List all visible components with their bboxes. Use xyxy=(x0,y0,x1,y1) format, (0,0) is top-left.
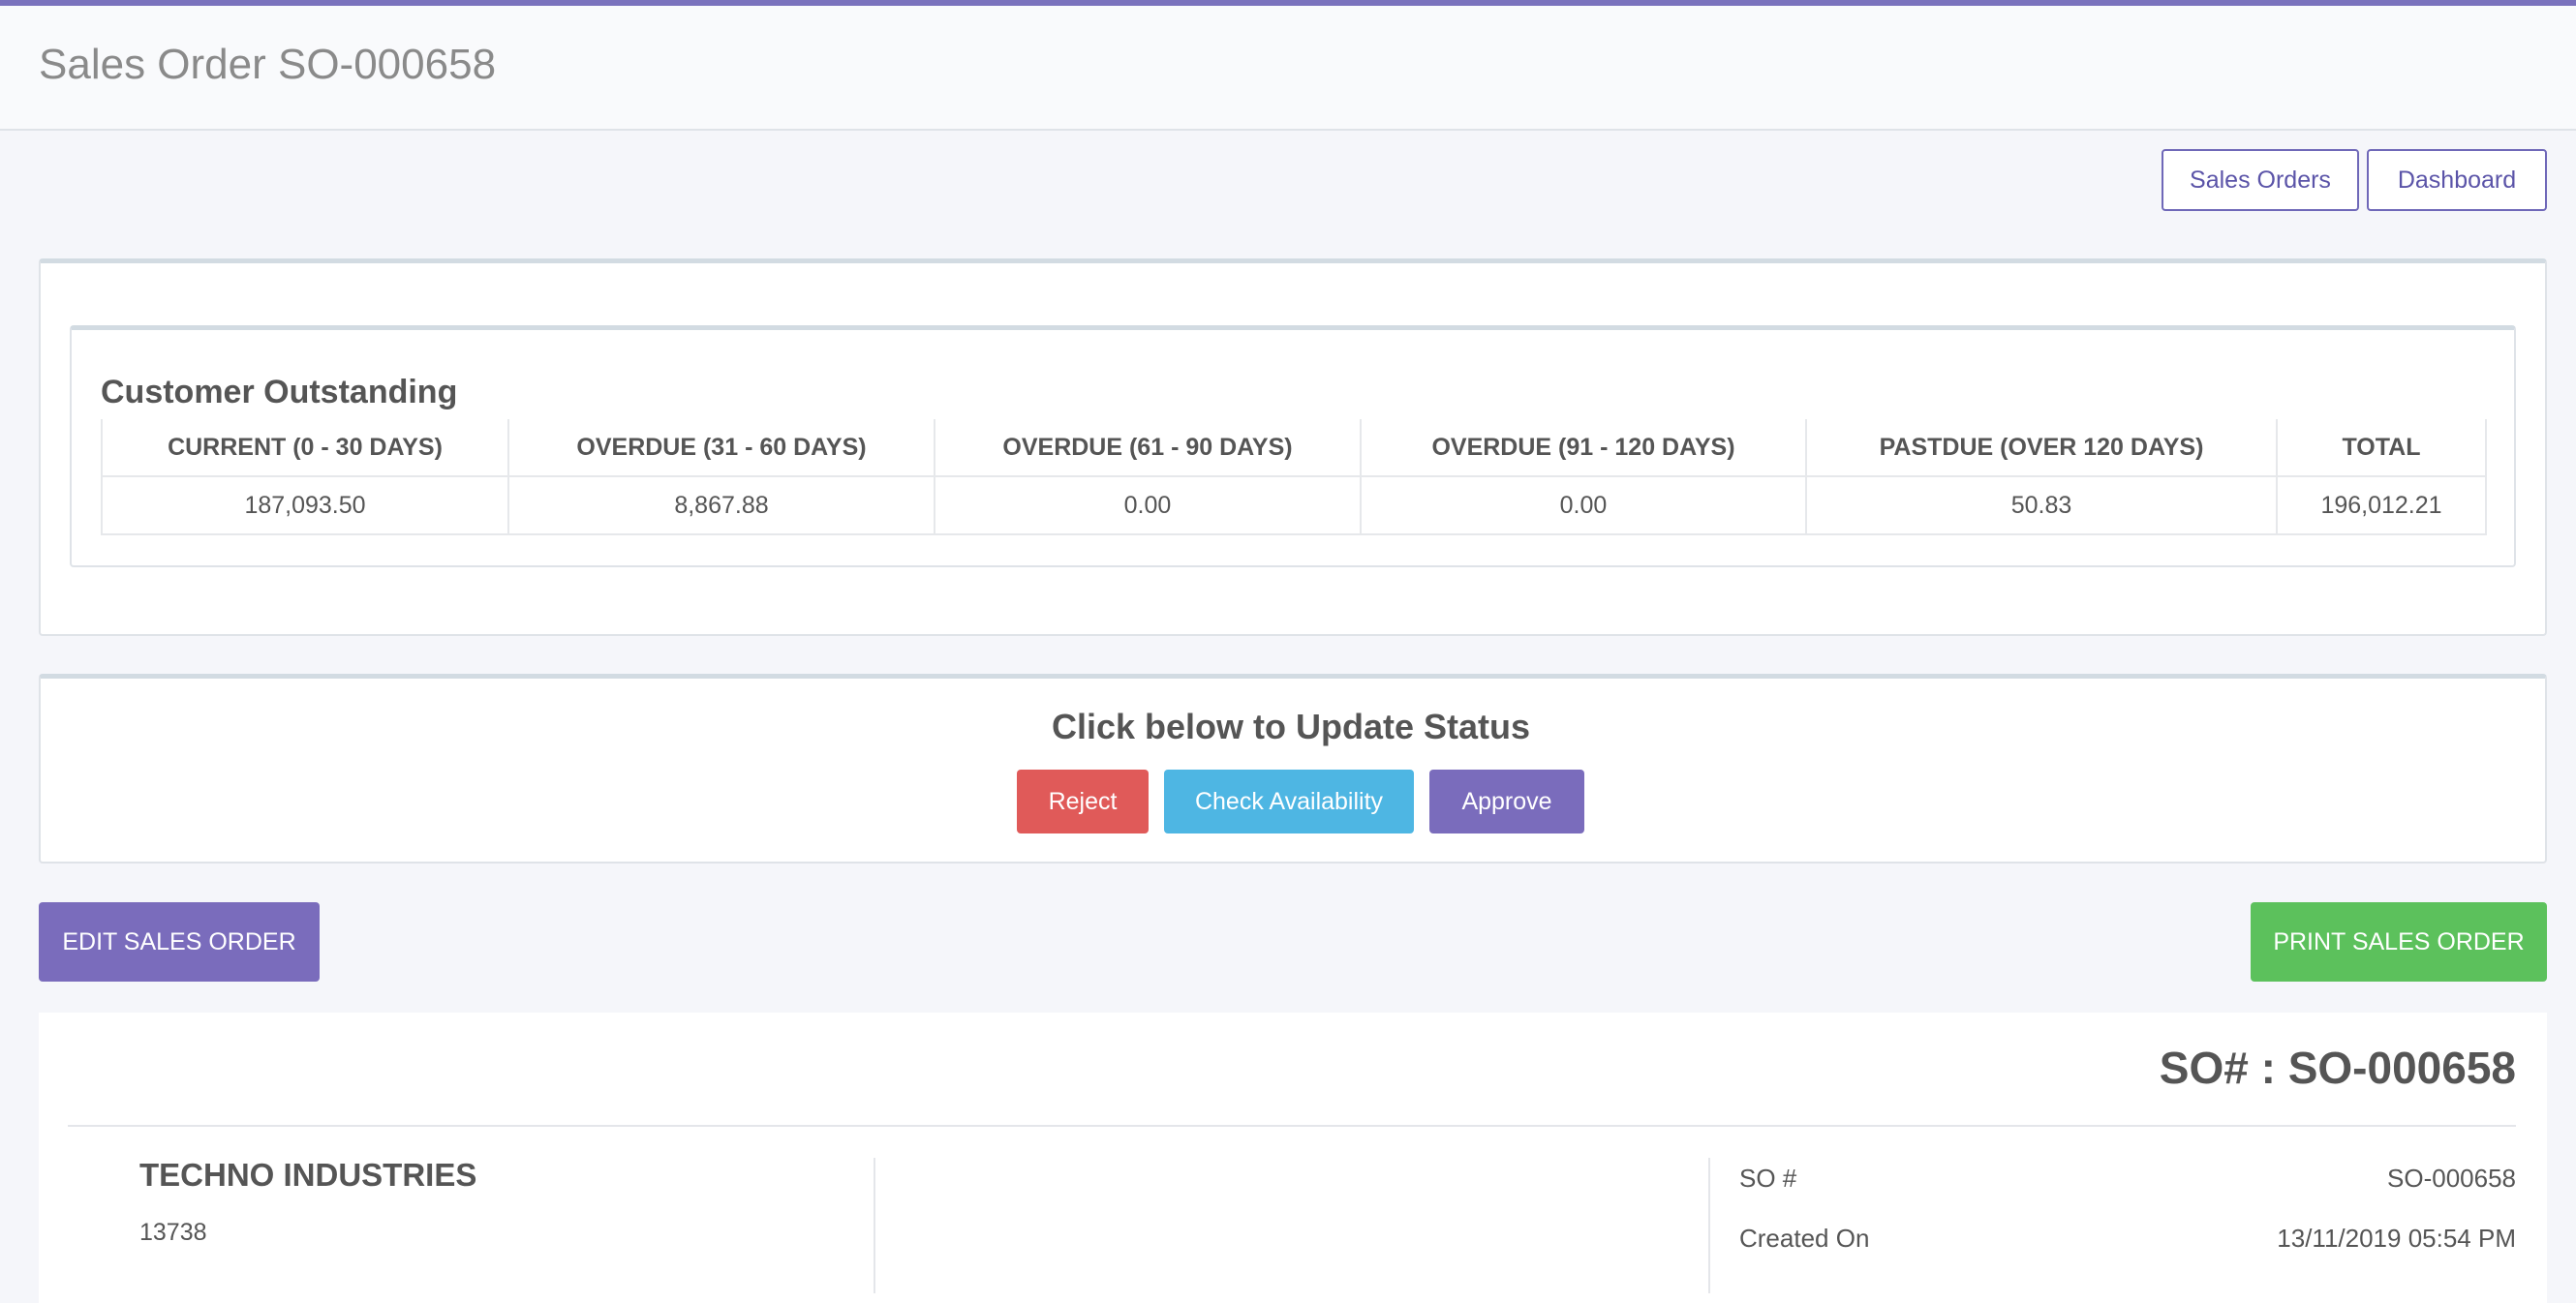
company-code: 13738 xyxy=(139,1219,207,1246)
meta-value-created-on: 13/11/2019 05:54 PM xyxy=(2277,1224,2516,1253)
outstanding-table: CURRENT (0 - 30 DAYS) OVERDUE (31 - 60 D… xyxy=(101,419,2487,535)
edit-sales-order-button[interactable]: EDIT SALES ORDER xyxy=(39,902,320,982)
table-cell: 0.00 xyxy=(934,475,1362,535)
print-sales-order-button[interactable]: PRINT SALES ORDER xyxy=(2251,902,2547,982)
page-title: Sales Order SO-000658 xyxy=(39,41,497,88)
reject-button[interactable]: Reject xyxy=(1017,770,1149,833)
table-header-row: CURRENT (0 - 30 DAYS) OVERDUE (31 - 60 D… xyxy=(101,419,2487,477)
table-cell: 50.83 xyxy=(1805,475,2278,535)
sales-orders-button[interactable]: Sales Orders xyxy=(2162,149,2359,211)
column-header: CURRENT (0 - 30 DAYS) xyxy=(101,419,509,477)
meta-label-created-on: Created On xyxy=(1739,1224,1870,1253)
table-cell: 8,867.88 xyxy=(507,475,935,535)
column-header: PASTDUE (OVER 120 DAYS) xyxy=(1805,419,2278,477)
table-cell: 187,093.50 xyxy=(101,475,509,535)
so-number-heading: SO# : SO-000658 xyxy=(2159,1043,2516,1093)
dashboard-button[interactable]: Dashboard xyxy=(2367,149,2547,211)
document-divider xyxy=(68,1125,2516,1127)
column-divider xyxy=(1708,1158,1710,1293)
meta-label-so-number: SO # xyxy=(1739,1164,1797,1193)
outstanding-title: Customer Outstanding xyxy=(101,374,458,410)
column-header: TOTAL xyxy=(2276,419,2487,477)
column-header: OVERDUE (61 - 90 DAYS) xyxy=(934,419,1362,477)
column-header: OVERDUE (31 - 60 DAYS) xyxy=(507,419,935,477)
table-row: 187,093.50 8,867.88 0.00 0.00 50.83 196,… xyxy=(101,475,2487,535)
table-cell: 0.00 xyxy=(1360,475,1807,535)
status-card xyxy=(39,674,2547,864)
page-header: Sales Order SO-000658 xyxy=(0,6,2576,131)
status-title: Click below to Update Status xyxy=(1051,707,1531,746)
column-header: OVERDUE (91 - 120 DAYS) xyxy=(1360,419,1807,477)
table-cell: 196,012.21 xyxy=(2276,475,2487,535)
meta-value-so-number: SO-000658 xyxy=(2387,1164,2516,1193)
column-divider xyxy=(874,1158,875,1293)
approve-button[interactable]: Approve xyxy=(1429,770,1584,833)
company-name: TECHNO INDUSTRIES xyxy=(139,1157,477,1193)
check-availability-button[interactable]: Check Availability xyxy=(1164,770,1414,833)
